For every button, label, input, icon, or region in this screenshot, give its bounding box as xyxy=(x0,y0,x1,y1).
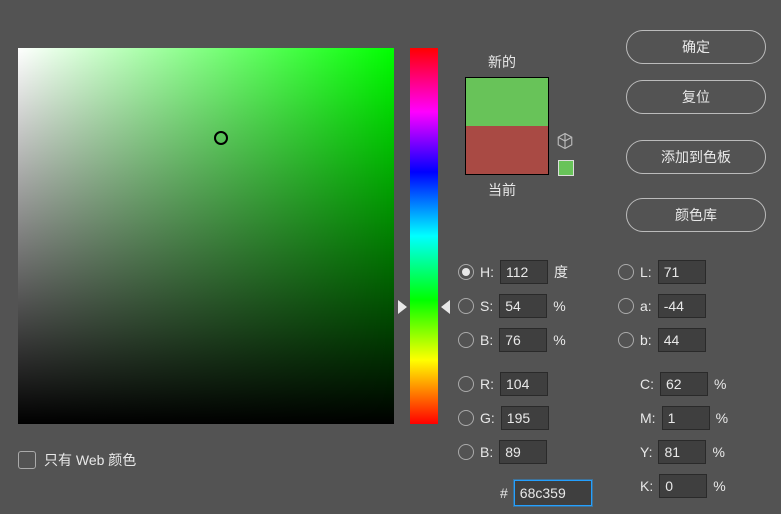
unit-c: % xyxy=(714,376,732,392)
input-a[interactable] xyxy=(658,294,706,318)
label-m: M: xyxy=(640,410,656,426)
unit-y: % xyxy=(712,444,730,460)
hue-handle-left[interactable] xyxy=(398,300,407,314)
gamut-warning-icon[interactable] xyxy=(556,132,574,155)
label-a: a: xyxy=(640,298,652,314)
radio-bb[interactable] xyxy=(458,444,474,460)
g-row: G: xyxy=(458,406,549,430)
input-r[interactable] xyxy=(500,372,548,396)
label-h: H: xyxy=(480,264,494,280)
color-preview xyxy=(465,77,549,175)
l-row: L: xyxy=(618,260,706,284)
label-labb: b: xyxy=(640,332,652,348)
radio-h[interactable] xyxy=(458,264,474,280)
unit-s: % xyxy=(553,298,571,314)
input-s[interactable] xyxy=(499,294,547,318)
radio-r[interactable] xyxy=(458,376,474,392)
label-hash: # xyxy=(500,485,508,501)
input-k[interactable] xyxy=(659,474,707,498)
ok-button[interactable]: 确定 xyxy=(626,30,766,64)
input-m[interactable] xyxy=(662,406,710,430)
m-row: M: % xyxy=(640,406,734,430)
labb-row: b: xyxy=(618,328,706,352)
add-swatch-button[interactable]: 添加到色板 xyxy=(626,140,766,174)
radio-labb[interactable] xyxy=(618,332,634,348)
input-h[interactable] xyxy=(500,260,548,284)
radio-l[interactable] xyxy=(618,264,634,280)
sat-row: S: % xyxy=(458,294,571,318)
bright-row: B: % xyxy=(458,328,571,352)
color-lib-button[interactable]: 颜色库 xyxy=(626,198,766,232)
k-row: K: % xyxy=(640,474,731,498)
web-only-label: 只有 Web 颜色 xyxy=(44,450,136,470)
hue-slider[interactable] xyxy=(410,48,438,424)
hue-handle-right[interactable] xyxy=(441,300,450,314)
unit-h: 度 xyxy=(554,262,572,282)
color-cursor xyxy=(214,131,228,145)
label-k: K: xyxy=(640,478,653,494)
input-g[interactable] xyxy=(501,406,549,430)
r-row: R: xyxy=(458,372,548,396)
unit-k: % xyxy=(713,478,731,494)
input-bb[interactable] xyxy=(499,440,547,464)
label-y: Y: xyxy=(640,444,652,460)
unit-bv: % xyxy=(553,332,571,348)
label-l: L: xyxy=(640,264,652,280)
hex-row: # xyxy=(500,480,592,506)
reset-button[interactable]: 复位 xyxy=(626,80,766,114)
hue-row: H: 度 xyxy=(458,260,572,284)
b-row: B: xyxy=(458,440,547,464)
color-field[interactable] xyxy=(18,48,394,424)
unit-m: % xyxy=(716,410,734,426)
input-hex[interactable] xyxy=(514,480,592,506)
input-l[interactable] xyxy=(658,260,706,284)
a-row: a: xyxy=(618,294,706,318)
label-g: G: xyxy=(480,410,495,426)
label-new: 新的 xyxy=(488,52,516,72)
label-c: C: xyxy=(640,376,654,392)
radio-g[interactable] xyxy=(458,410,474,426)
radio-s[interactable] xyxy=(458,298,474,314)
c-row: C: % xyxy=(640,372,732,396)
label-bb: B: xyxy=(480,444,493,460)
label-s: S: xyxy=(480,298,493,314)
label-bv: B: xyxy=(480,332,493,348)
radio-a[interactable] xyxy=(618,298,634,314)
web-only-checkbox[interactable]: 只有 Web 颜色 xyxy=(18,450,136,470)
checkbox-box xyxy=(18,451,36,469)
input-y[interactable] xyxy=(658,440,706,464)
preview-new xyxy=(466,78,548,126)
input-labb[interactable] xyxy=(658,328,706,352)
label-current: 当前 xyxy=(488,180,516,200)
input-bv[interactable] xyxy=(499,328,547,352)
preview-current[interactable] xyxy=(466,126,548,174)
label-r: R: xyxy=(480,376,494,392)
y-row: Y: % xyxy=(640,440,730,464)
input-c[interactable] xyxy=(660,372,708,396)
radio-bv[interactable] xyxy=(458,332,474,348)
web-safe-swatch[interactable] xyxy=(558,160,574,176)
